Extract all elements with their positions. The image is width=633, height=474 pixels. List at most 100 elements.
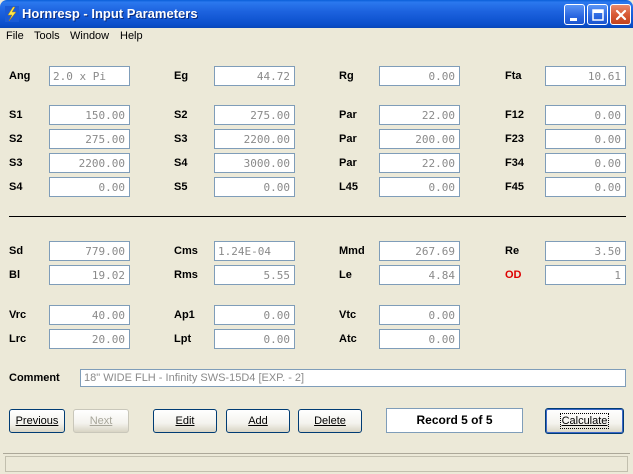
param-field-s3[interactable]: 2200.00 (214, 129, 295, 149)
param-field-s4[interactable]: 3000.00 (214, 153, 295, 173)
param-label-f12: F12 (505, 109, 524, 121)
title-bar[interactable]: Hornresp - Input Parameters (0, 0, 633, 28)
calculate-button-label: Calculate (559, 413, 610, 429)
record-indicator: Record 5 of 5 (386, 408, 523, 433)
maximize-button[interactable] (587, 4, 608, 25)
param-label-s4: S4 (174, 157, 188, 169)
param-field-rms[interactable]: 5.55 (214, 265, 295, 285)
previous-button[interactable]: Previous (9, 409, 65, 433)
delete-button-label: Delete (314, 415, 346, 427)
edit-button-label: Edit (175, 415, 195, 427)
param-label-eg: Eg (174, 70, 189, 82)
comment-field[interactable]: 18" WIDE FLH - Infinity SWS-15D4 [EXP. -… (80, 369, 626, 387)
menu-bar: File Tools Window Help (0, 28, 633, 45)
param-field-rg[interactable]: 0.00 (379, 66, 460, 86)
param-field-par[interactable]: 200.00 (379, 129, 460, 149)
param-label-fta: Fta (505, 70, 522, 82)
next-button[interactable]: Next (73, 409, 129, 433)
param-field-atc[interactable]: 0.00 (379, 329, 460, 349)
menu-tools[interactable]: Tools (34, 30, 60, 42)
param-label-s5: S5 (174, 181, 188, 193)
param-label-lrc: Lrc (9, 333, 27, 345)
param-field-sd[interactable]: 779.00 (49, 241, 130, 261)
param-label-ang: Ang (9, 70, 31, 82)
param-field-lpt[interactable]: 0.00 (214, 329, 295, 349)
param-field-l45[interactable]: 0.00 (379, 177, 460, 197)
close-icon (615, 9, 627, 21)
param-label-par: Par (339, 133, 357, 145)
param-label-re: Re (505, 245, 520, 257)
param-field-f23[interactable]: 0.00 (545, 129, 626, 149)
param-label-s1: S1 (9, 109, 23, 121)
delete-button[interactable]: Delete (298, 409, 362, 433)
param-field-re[interactable]: 3.50 (545, 241, 626, 261)
param-field-par[interactable]: 22.00 (379, 105, 460, 125)
param-label-od: OD (505, 269, 522, 281)
param-label-f23: F23 (505, 133, 524, 145)
param-label-cms: Cms (174, 245, 198, 257)
param-field-lrc[interactable]: 20.00 (49, 329, 130, 349)
param-field-fta[interactable]: 10.61 (545, 66, 626, 86)
param-field-od[interactable]: 1 (545, 265, 626, 285)
param-label-lpt: Lpt (174, 333, 192, 345)
edit-button[interactable]: Edit (153, 409, 217, 433)
param-field-ang[interactable]: 2.0 x Pi (49, 66, 130, 86)
param-label-bl: Bl (9, 269, 20, 281)
close-button[interactable] (610, 4, 631, 25)
param-field-ap1[interactable]: 0.00 (214, 305, 295, 325)
param-field-cms[interactable]: 1.24E-04 (214, 241, 295, 261)
window-title: Hornresp - Input Parameters (22, 6, 198, 21)
param-field-f34[interactable]: 0.00 (545, 153, 626, 173)
param-field-par[interactable]: 22.00 (379, 153, 460, 173)
param-label-l45: L45 (339, 181, 358, 193)
param-label-s2: S2 (174, 109, 188, 121)
param-label-s2: S2 (9, 133, 23, 145)
param-label-sd: Sd (9, 245, 24, 257)
param-label-mmd: Mmd (339, 245, 365, 257)
maximize-icon (592, 9, 604, 21)
next-button-label: Next (89, 415, 113, 427)
param-label-par: Par (339, 109, 357, 121)
param-field-le[interactable]: 4.84 (379, 265, 460, 285)
app-lightning-icon (5, 6, 19, 22)
param-field-s3[interactable]: 2200.00 (49, 153, 130, 173)
param-field-mmd[interactable]: 267.69 (379, 241, 460, 261)
param-field-s2[interactable]: 275.00 (49, 129, 130, 149)
param-label-le: Le (339, 269, 352, 281)
param-label-f45: F45 (505, 181, 524, 193)
param-label-ap1: Ap1 (174, 309, 195, 321)
param-field-s4[interactable]: 0.00 (49, 177, 130, 197)
param-label-rg: Rg (339, 70, 354, 82)
calculate-button[interactable]: Calculate (545, 408, 624, 434)
minimize-icon (570, 18, 577, 21)
status-bar (3, 453, 630, 473)
param-label-s4: S4 (9, 181, 23, 193)
section-divider (9, 216, 626, 217)
param-label-s3: S3 (174, 133, 188, 145)
param-label-vrc: Vrc (9, 309, 27, 321)
param-field-vrc[interactable]: 40.00 (49, 305, 130, 325)
param-field-vtc[interactable]: 0.00 (379, 305, 460, 325)
param-field-s1[interactable]: 150.00 (49, 105, 130, 125)
param-label-f34: F34 (505, 157, 524, 169)
add-button[interactable]: Add (226, 409, 290, 433)
menu-file[interactable]: File (6, 30, 24, 42)
param-label-vtc: Vtc (339, 309, 357, 321)
add-button-label: Add (248, 415, 268, 427)
param-field-s2[interactable]: 275.00 (214, 105, 295, 125)
status-panel (5, 456, 628, 472)
previous-button-label: Previous (15, 415, 59, 427)
param-field-s5[interactable]: 0.00 (214, 177, 295, 197)
param-label-rms: Rms (174, 269, 198, 281)
param-field-bl[interactable]: 19.02 (49, 265, 130, 285)
app-window: Hornresp - Input Parameters File Tools W… (0, 0, 633, 474)
menu-window[interactable]: Window (70, 30, 109, 42)
param-field-f45[interactable]: 0.00 (545, 177, 626, 197)
param-label-s3: S3 (9, 157, 23, 169)
comment-label: Comment (9, 372, 60, 384)
param-label-atc: Atc (339, 333, 357, 345)
param-field-eg[interactable]: 44.72 (214, 66, 295, 86)
param-field-f12[interactable]: 0.00 (545, 105, 626, 125)
minimize-button[interactable] (564, 4, 585, 25)
menu-help[interactable]: Help (120, 30, 143, 42)
